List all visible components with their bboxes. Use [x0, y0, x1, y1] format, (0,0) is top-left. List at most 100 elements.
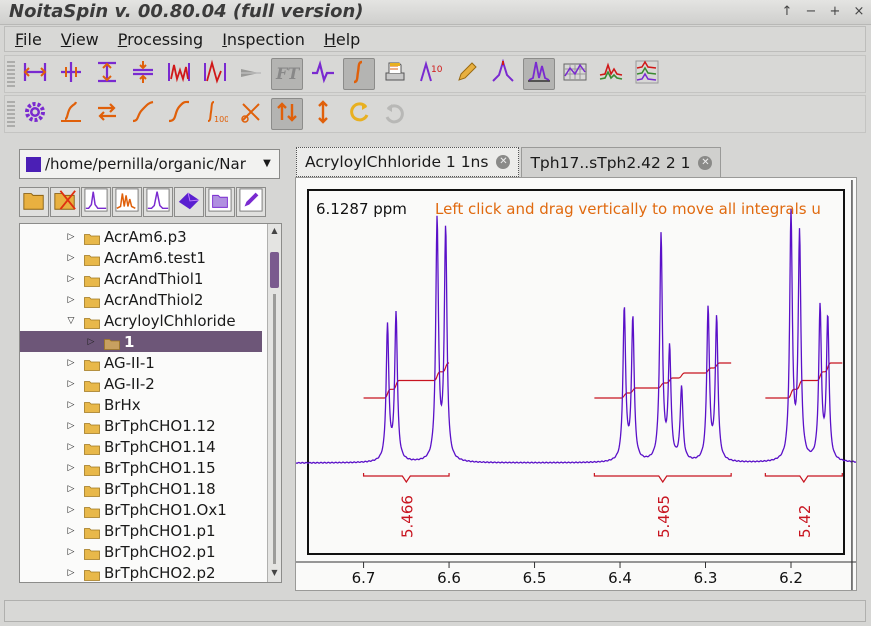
spectrum-range-button[interactable] [163, 58, 195, 90]
folder-alt-button[interactable] [205, 187, 235, 217]
spectrum-view[interactable]: 6.1287 ppm Left click and drag verticall… [295, 177, 857, 591]
tree-item[interactable]: ▷ BrTphCHO1.15 [20, 457, 262, 478]
expand-icon[interactable]: ▷ [65, 232, 77, 242]
scroll-down-icon[interactable]: ▼ [268, 568, 281, 580]
close-window-button[interactable]: × [853, 4, 865, 19]
phase-button[interactable] [307, 58, 339, 90]
toolbar-grip[interactable] [7, 61, 15, 87]
tree-item-label: AG-II-1 [104, 353, 155, 372]
expand-icon[interactable]: ▷ [65, 505, 77, 515]
align-center-button[interactable] [55, 58, 87, 90]
close-icon[interactable]: ✕ [496, 155, 511, 169]
expand-icon[interactable]: ▷ [65, 442, 77, 452]
tree-item[interactable]: ▷ BrTphCHO2.p1 [20, 541, 262, 562]
folder-icon [84, 357, 100, 371]
toolbar-grip[interactable] [7, 101, 15, 127]
stacked-spectra-button[interactable] [631, 58, 663, 90]
tree-item[interactable]: ▽ AcryloylChhloride [20, 310, 262, 331]
integral-button[interactable] [343, 58, 375, 90]
tree-scrollbar[interactable]: ▲ ▼ [267, 224, 281, 582]
menu-inspection[interactable]: Inspection [212, 30, 314, 49]
tree-item[interactable]: ▷ BrTphCHO1.12 [20, 415, 262, 436]
expand-icon[interactable]: ▷ [65, 484, 77, 494]
expand-icon[interactable]: ▷ [65, 421, 77, 431]
expand-icon[interactable]: ▷ [65, 568, 77, 578]
open-folder-button[interactable] [19, 187, 49, 217]
align-edges-button[interactable] [19, 58, 51, 90]
spectrum-1d-button[interactable] [81, 187, 111, 217]
menu-processing[interactable]: Processing [108, 30, 212, 49]
tab-acryloylchhloride[interactable]: AcryloylChhloride 1 1ns ✕ [296, 147, 520, 177]
chevron-down-icon[interactable]: ▼ [258, 154, 276, 174]
menu-view[interactable]: View [51, 30, 108, 49]
scroll-up-icon[interactable]: ▲ [268, 226, 281, 238]
print-button[interactable] [379, 58, 411, 90]
updown-arrows-button[interactable] [271, 98, 303, 130]
sigmoid-button[interactable] [163, 98, 195, 130]
peak-range-button[interactable] [199, 58, 231, 90]
x-tick-label: 6.2 [779, 569, 803, 587]
vertical-range-button[interactable] [91, 58, 123, 90]
vertical-arrow-button[interactable] [307, 98, 339, 130]
fourier-transform-button[interactable]: FT [271, 58, 303, 90]
menu-file[interactable]: File [5, 30, 51, 49]
expand-icon[interactable]: ▷ [65, 526, 77, 536]
tree-item[interactable]: ▷ AG-II-2 [20, 373, 262, 394]
surface-3d-button[interactable] [174, 187, 204, 217]
multi-peaks-button[interactable] [112, 187, 142, 217]
multi-spectrum-button[interactable] [595, 58, 627, 90]
folder-icon [84, 525, 100, 539]
pencil-button[interactable] [451, 58, 483, 90]
expand-icon[interactable]: ▷ [65, 358, 77, 368]
pointer-button[interactable] [235, 58, 267, 90]
tree-item[interactable]: ▷ BrTphCHO1.14 [20, 436, 262, 457]
tree-item[interactable]: ▷ 1 [20, 331, 262, 352]
cut-icon [238, 99, 264, 129]
integral-range-button[interactable]: 100 [199, 98, 231, 130]
pencil-icon [454, 59, 480, 89]
slope-button[interactable] [127, 98, 159, 130]
path-combo[interactable]: /home/pernilla/organic/Nar ▼ [19, 149, 280, 179]
tree-item[interactable]: ▷ AG-II-1 [20, 352, 262, 373]
tree-item[interactable]: ▷ BrTphCHO2.p2 [20, 562, 262, 582]
tree-item[interactable]: ▷ AcrAm6.p3 [20, 226, 262, 247]
swap-button[interactable] [91, 98, 123, 130]
edit-button[interactable] [236, 187, 266, 217]
peak-label-button[interactable]: 10 [415, 58, 447, 90]
tab-tph17[interactable]: Tph17..sTph2.42 2 1 ✕ [521, 147, 722, 177]
expand-icon[interactable]: ▷ [85, 337, 97, 347]
baseline-button[interactable] [55, 98, 87, 130]
expand-icon[interactable]: ▷ [65, 379, 77, 389]
scroll-thumb[interactable] [270, 252, 279, 288]
raise-window-button[interactable]: ↑ [781, 4, 793, 19]
expand-icon[interactable]: ▷ [65, 274, 77, 284]
tree-item[interactable]: ▷ BrTphCHO1.p1 [20, 520, 262, 541]
peak-pick-button[interactable] [487, 58, 519, 90]
spectrum-plot[interactable]: 6.1287 ppm Left click and drag verticall… [295, 178, 857, 590]
tree-item[interactable]: ▷ AcrAndThiol2 [20, 289, 262, 310]
close-icon[interactable]: ✕ [698, 155, 713, 170]
expand-icon[interactable]: ▷ [65, 463, 77, 473]
tree-item[interactable]: ▷ AcrAm6.test1 [20, 247, 262, 268]
delete-folder-button[interactable] [50, 187, 80, 217]
expand-icon[interactable]: ▷ [65, 547, 77, 557]
spectrum-view-button[interactable] [523, 58, 555, 90]
spectrum-alt-button[interactable] [143, 187, 173, 217]
grid-button[interactable] [559, 58, 591, 90]
tree-item[interactable]: ▷ BrHx [20, 394, 262, 415]
undo-button[interactable] [379, 98, 411, 130]
expand-icon[interactable]: ▷ [65, 253, 77, 263]
tree-item[interactable]: ▷ BrTphCHO1.Ox1 [20, 499, 262, 520]
expand-icon[interactable]: ▷ [65, 295, 77, 305]
tree-item[interactable]: ▷ BrTphCHO1.18 [20, 478, 262, 499]
collapse-icon[interactable]: ▽ [65, 316, 77, 326]
maximize-button[interactable]: + [829, 4, 841, 19]
menu-help[interactable]: Help [314, 30, 369, 49]
expand-icon[interactable]: ▷ [65, 400, 77, 410]
cut-button[interactable] [235, 98, 267, 130]
tree-item[interactable]: ▷ AcrAndThiol1 [20, 268, 262, 289]
compress-vertical-button[interactable] [127, 58, 159, 90]
settings-gear-button[interactable] [19, 98, 51, 130]
rotate-button[interactable] [343, 98, 375, 130]
minimize-button[interactable]: − [805, 4, 817, 19]
